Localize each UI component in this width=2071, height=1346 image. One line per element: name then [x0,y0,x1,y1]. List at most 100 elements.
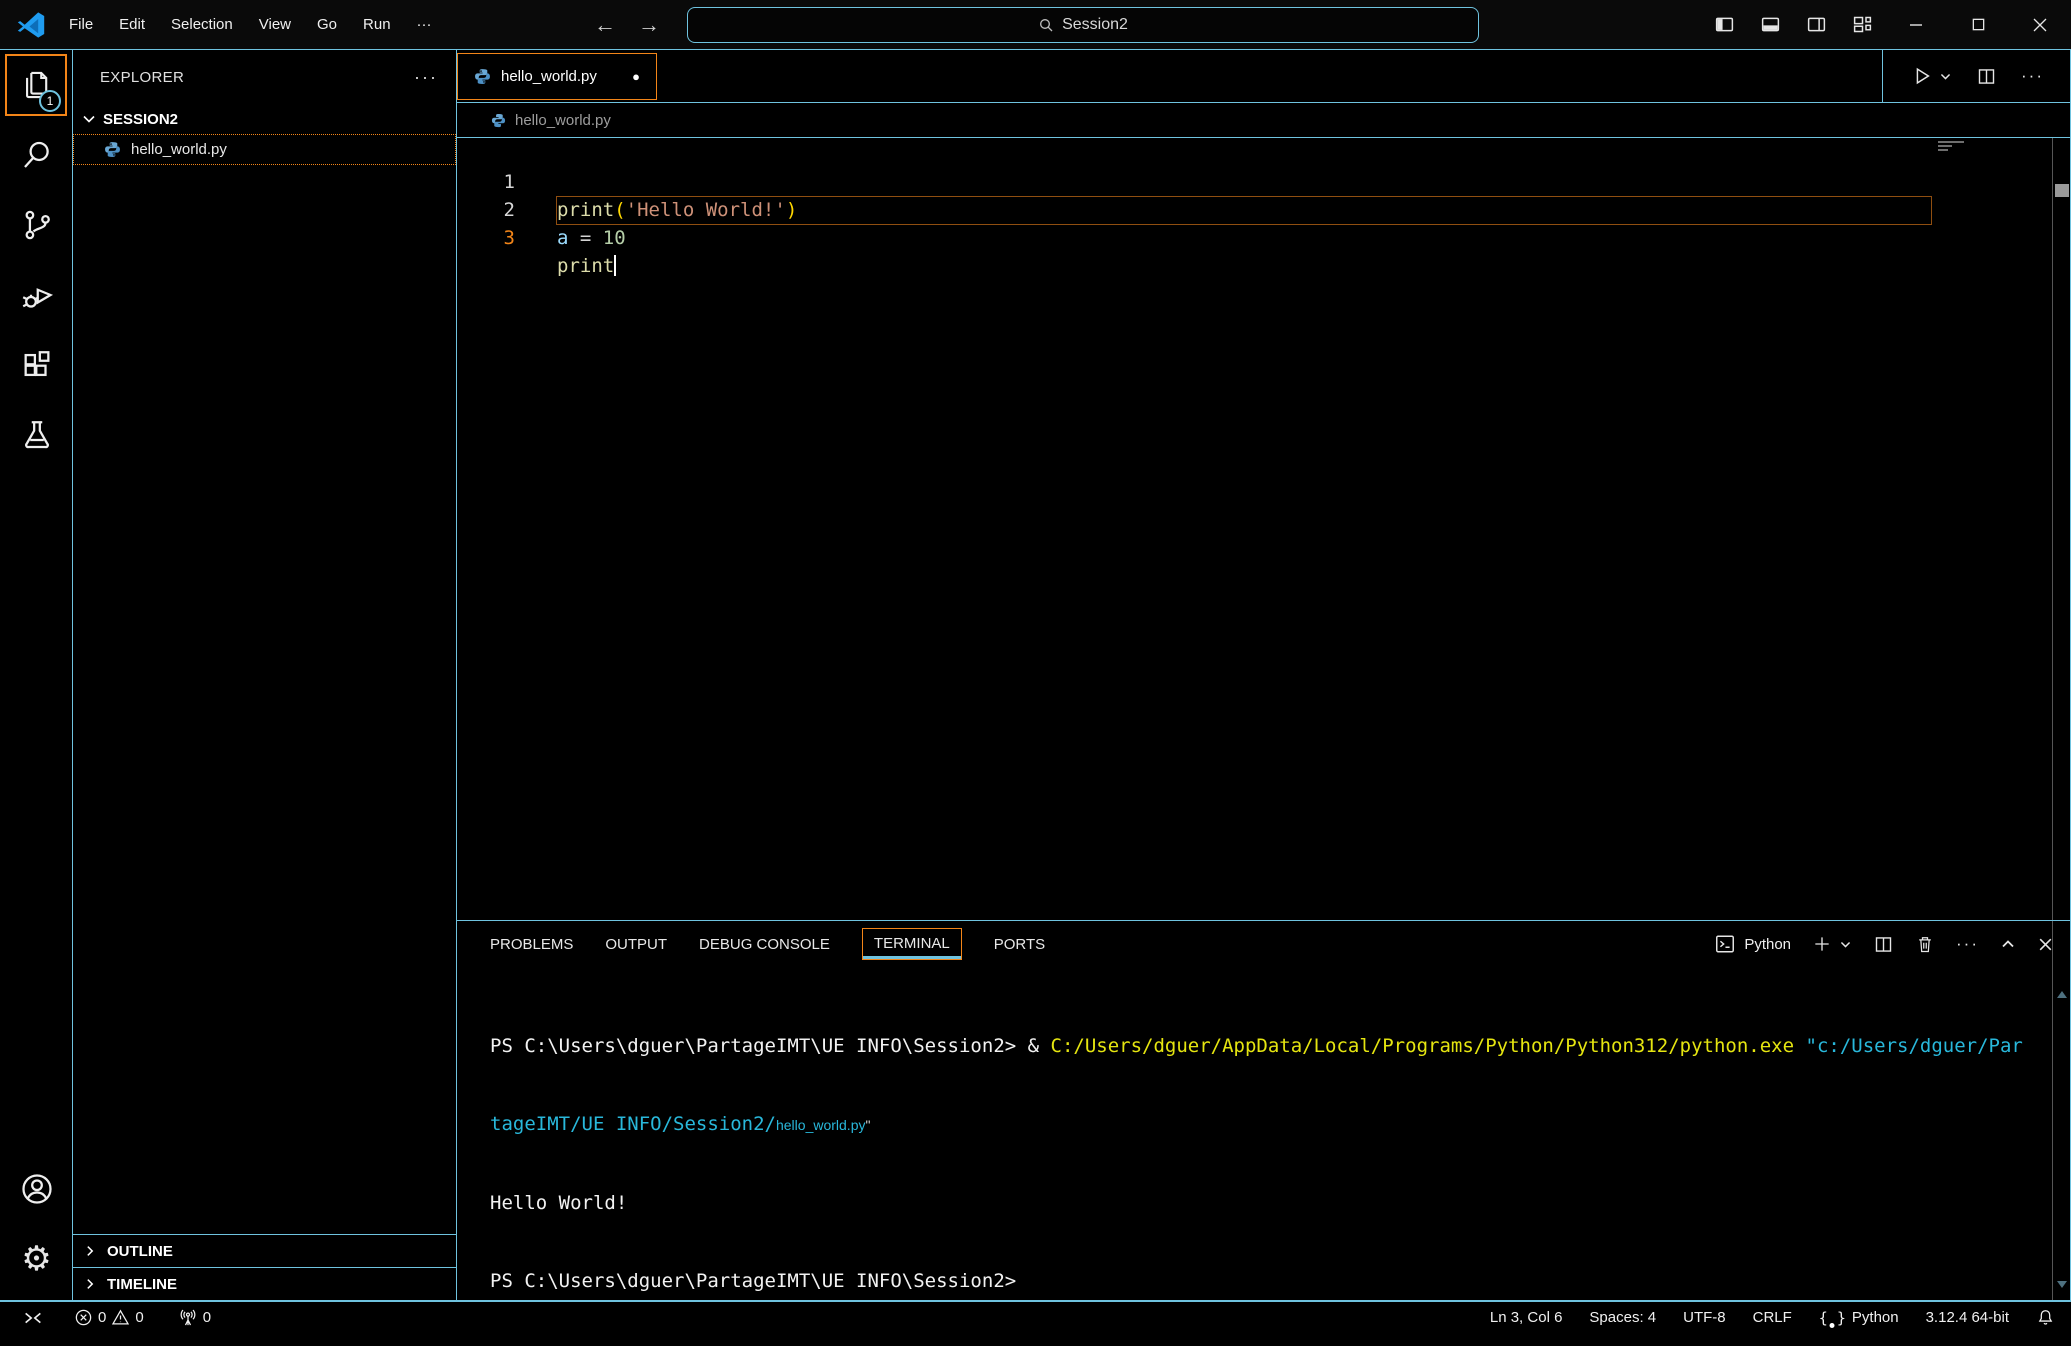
source-control-icon [20,208,54,242]
activity-explorer[interactable]: 1 [0,50,73,120]
maximize-button[interactable] [1947,0,2009,49]
language-label: Python [1852,1309,1899,1326]
explorer-more-actions-icon[interactable]: ··· [414,67,438,88]
activity-testing[interactable] [0,400,73,470]
python-interpreter[interactable]: 3.12.4 64-bit [1926,1309,2009,1326]
activity-run-debug[interactable] [0,260,73,330]
activity-settings[interactable]: ⚙ [0,1224,73,1294]
activity-search[interactable] [0,120,73,190]
timeline-label: TIMELINE [107,1276,177,1293]
scrollbar-thumb[interactable] [2055,184,2069,197]
maximize-panel-icon[interactable] [2000,936,2016,952]
problems-status[interactable]: 0 0 [74,1308,144,1327]
code-line-2[interactable]: 2 a = 10 [457,168,2070,196]
remote-indicator-icon[interactable] [22,1307,44,1329]
tab-problems[interactable]: PROBLEMS [490,936,573,953]
tab-output[interactable]: OUTPUT [605,936,667,953]
tab-hello-world[interactable]: hello_world.py ● [457,53,657,100]
menu-run[interactable]: Run [350,10,404,39]
line-number-active[interactable]: 3 [457,224,515,252]
toggle-panel-icon[interactable] [1747,0,1793,49]
search-icon [1038,17,1054,33]
run-python-button[interactable] [1911,65,1952,87]
notifications-bell-icon[interactable] [2036,1308,2055,1327]
customize-layout-icon[interactable] [1839,0,1885,49]
activity-account[interactable] [0,1154,73,1224]
plus-icon [1812,934,1832,954]
command-center-search[interactable]: Session2 [687,7,1479,43]
token: print [557,255,614,277]
split-editor-icon[interactable] [1976,66,1997,87]
close-window-button[interactable] [2009,0,2071,49]
modified-dot-icon[interactable]: ● [632,69,640,84]
menu-go[interactable]: Go [304,10,350,39]
menu-bar: File Edit Selection View Go Run ··· [56,0,445,49]
forward-arrow-icon[interactable]: → [638,12,660,38]
terminal-line: Hello World! [490,1190,2030,1216]
shell-label[interactable]: Python [1744,936,1791,953]
sidebar-title: EXPLORER [100,69,184,86]
scroll-down-arrow-icon[interactable] [2057,1281,2067,1288]
search-sidebar-icon [20,138,54,172]
ports-count: 0 [203,1309,211,1326]
token: = [568,227,602,249]
menu-more[interactable]: ··· [404,10,445,39]
activity-source-control[interactable] [0,190,73,260]
gear-icon: ⚙ [21,1242,51,1276]
outline-section[interactable]: OUTLINE [73,1234,456,1267]
menu-selection[interactable]: Selection [158,10,246,39]
folder-label: SESSION2 [103,111,178,128]
timeline-section[interactable]: TIMELINE [73,1267,456,1300]
ports-status[interactable]: 0 [178,1308,211,1328]
run-icon [1911,65,1933,87]
terminal-shell-icon[interactable] [1714,933,1736,955]
token: 10 [603,227,626,249]
terminal-scrollbar[interactable] [2052,921,2070,1300]
split-terminal-icon[interactable] [1873,934,1894,955]
toggle-secondary-sidebar-icon[interactable] [1793,0,1839,49]
file-hello-world[interactable]: hello_world.py [73,134,456,165]
editor-scrollbar[interactable] [2052,138,2070,920]
editor-more-actions-icon[interactable]: ··· [2021,66,2044,86]
new-terminal-button[interactable] [1812,934,1852,954]
code-line-1[interactable]: 1 print('Hello World!') [457,140,2070,168]
toggle-primary-sidebar-icon[interactable] [1701,0,1747,49]
language-mode[interactable]: { } Python [1819,1309,1899,1327]
encoding[interactable]: UTF-8 [1683,1309,1726,1326]
activity-extensions[interactable] [0,330,73,400]
code-line-3[interactable]: 3 print [457,196,2070,224]
tab-ports[interactable]: PORTS [994,936,1045,953]
tab-bar: hello_world.py ● ··· [457,50,2070,103]
minimize-button[interactable] [1885,0,1947,49]
testing-flask-icon [20,418,54,452]
kill-terminal-icon[interactable] [1915,934,1935,954]
python-file-icon [474,68,491,85]
account-icon [19,1171,55,1207]
folder-session2[interactable]: SESSION2 [73,104,456,134]
indentation[interactable]: Spaces: 4 [1589,1309,1656,1326]
status-bar: 0 0 0 Ln 3, Col 6 Spaces: 4 UTF-8 CRLF {… [0,1300,2071,1333]
terminal-line: PS C:\Users\dguer\PartageIMT\UE INFO\Ses… [490,1033,2030,1059]
code-editor[interactable]: 1 print('Hello World!') 2 a = 10 3 print [457,138,2070,920]
outline-label: OUTLINE [107,1243,173,1260]
menu-file[interactable]: File [56,10,106,39]
cursor-position[interactable]: Ln 3, Col 6 [1490,1309,1563,1326]
menu-edit[interactable]: Edit [106,10,158,39]
menu-view[interactable]: View [246,10,304,39]
back-arrow-icon[interactable]: ← [594,12,616,38]
tab-debug-console[interactable]: DEBUG CONSOLE [699,936,830,953]
token: a [557,227,568,249]
chevron-right-icon [83,1277,97,1291]
panel-more-actions-icon[interactable]: ··· [1956,934,1979,954]
eol-sequence[interactable]: CRLF [1753,1309,1792,1326]
radio-tower-icon [178,1308,198,1328]
chevron-down-icon [1939,70,1952,83]
breadcrumb[interactable]: hello_world.py [457,103,2070,138]
scroll-up-arrow-icon[interactable] [2057,991,2067,998]
minimap[interactable] [1938,141,1964,153]
warning-count: 0 [135,1309,143,1326]
explorer-sidebar: EXPLORER ··· SESSION2 hello_world.py OUT… [73,50,457,1300]
terminal-output[interactable]: PS C:\Users\dguer\PartageIMT\UE INFO\Ses… [490,981,2030,1346]
tab-terminal[interactable]: TERMINAL [862,928,962,960]
run-debug-icon [19,277,55,313]
